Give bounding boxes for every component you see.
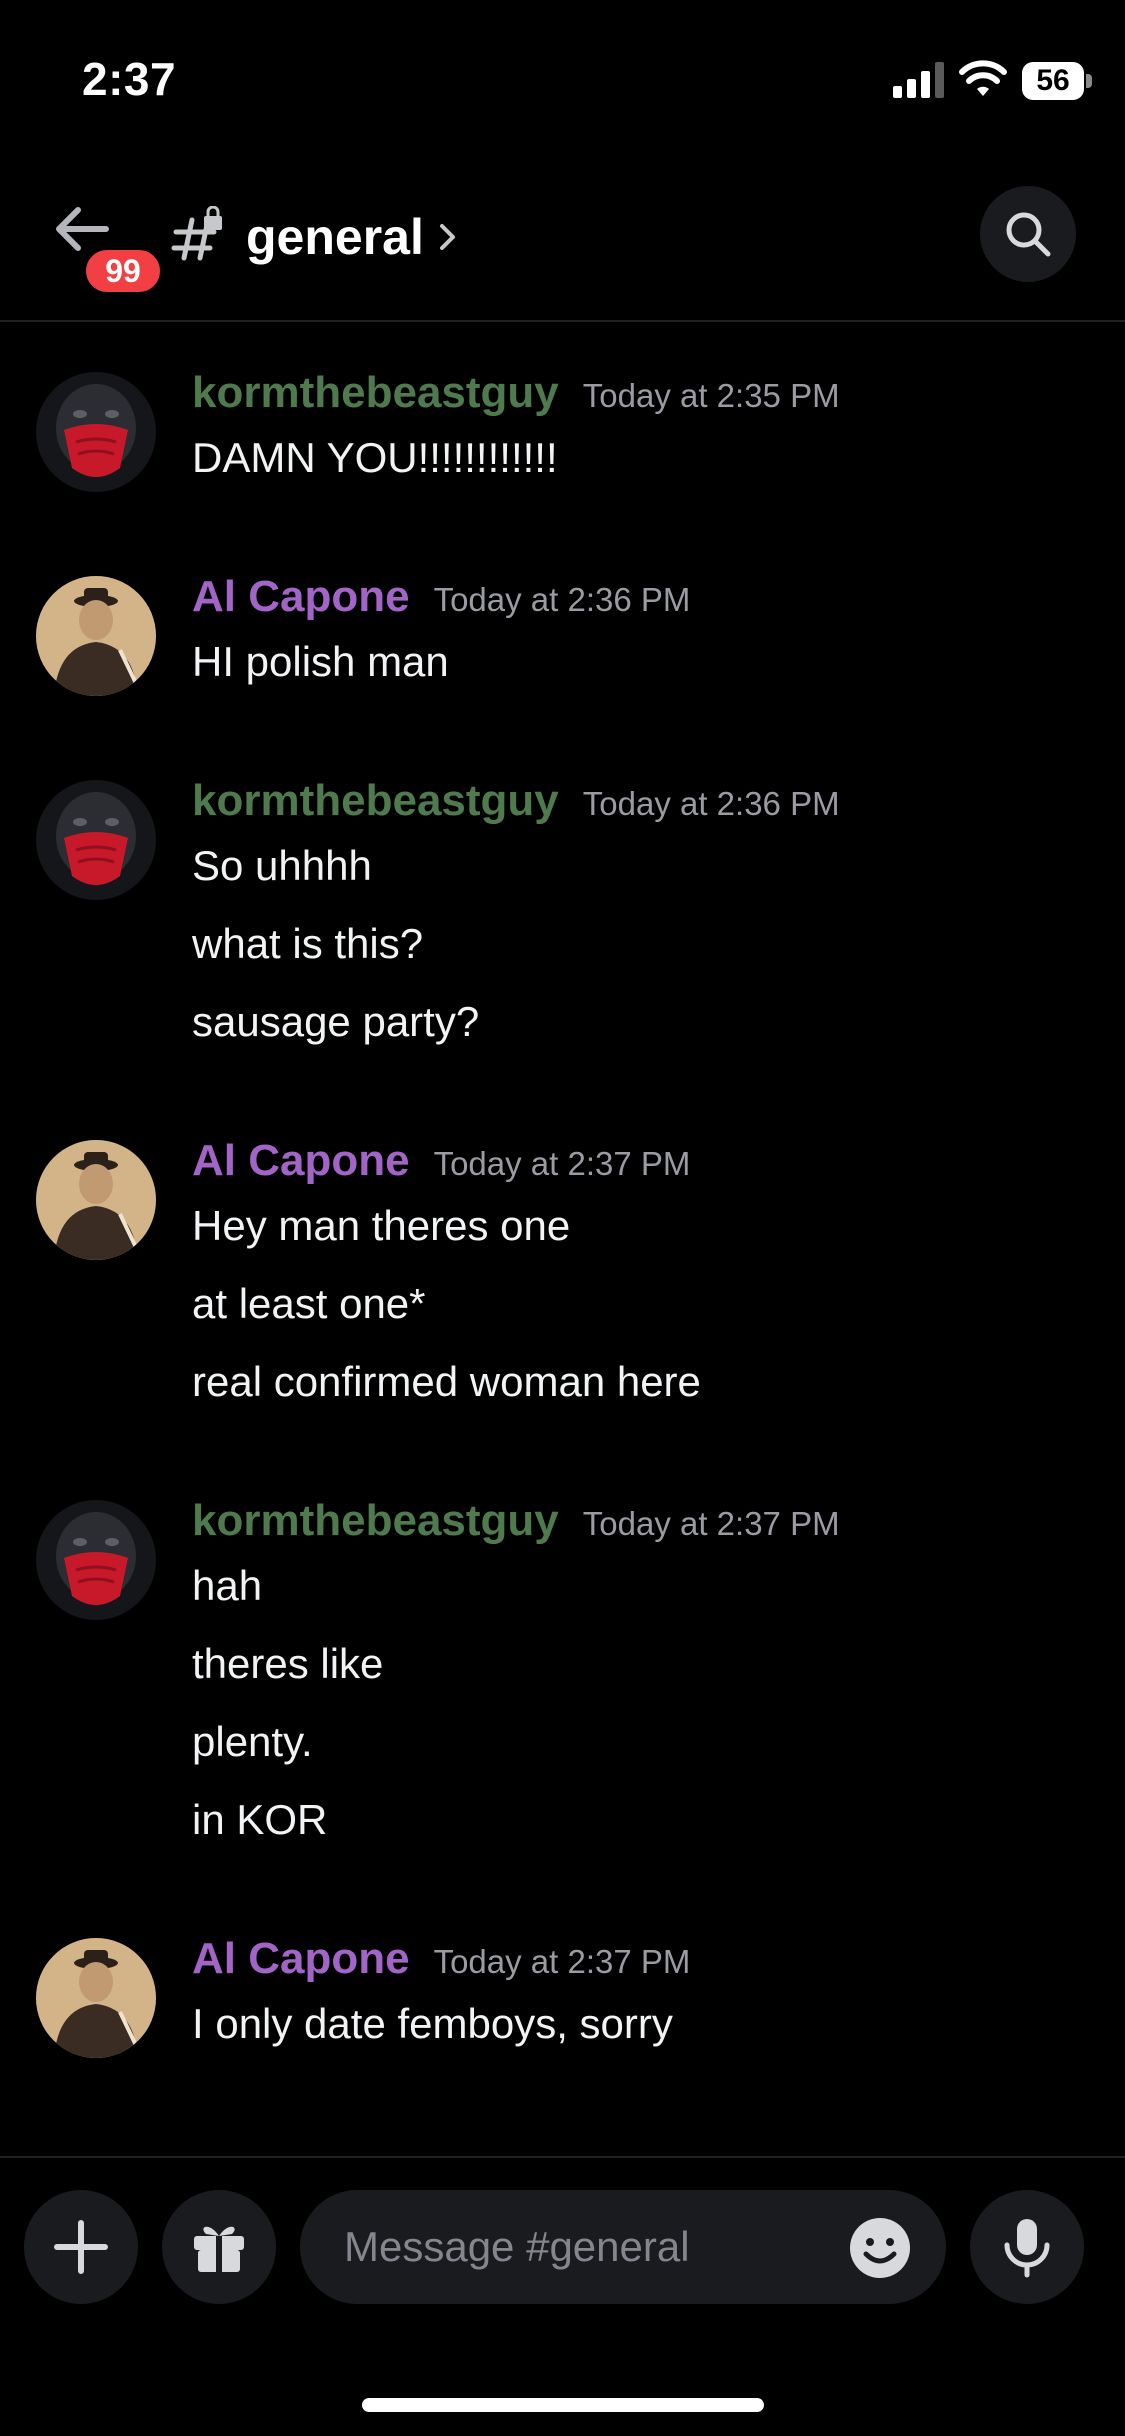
masked-gorilla-avatar-icon [36,1500,156,1620]
avatar[interactable] [36,576,156,696]
masked-gorilla-avatar-icon [36,372,156,492]
message-author[interactable]: Al Capone [192,1136,410,1185]
message-author[interactable]: kormthebeastguy [192,368,559,417]
message-text: plenty. [192,1718,313,1765]
message-timestamp: Today at 2:37 PM [582,1505,840,1542]
message-timestamp: Today at 2:37 PM [433,1145,691,1182]
emoji-button[interactable] [848,2216,912,2280]
plus-icon [54,2220,108,2274]
avatar[interactable] [36,372,156,492]
hash-lock-icon [171,206,222,261]
message-text: sausage party? [192,998,480,1045]
message-timestamp: Today at 2:35 PM [582,377,840,414]
channel-header: 99 general [0,180,1125,322]
message-author[interactable]: Al Capone [192,1934,410,1983]
message-text: theres like [192,1640,384,1687]
cellular-signal-icon [893,62,944,98]
message-author[interactable]: kormthebeastguy [192,1496,559,1545]
message-text: I only date femboys, sorry [192,2000,673,2047]
voice-message-button[interactable] [970,2190,1084,2304]
sepia-portrait-avatar-icon [36,1938,156,2058]
message-text: HI polish man [192,638,449,685]
search-button[interactable] [980,186,1076,282]
message-author[interactable]: kormthebeastguy [192,776,559,825]
gift-icon [194,2226,244,2272]
message-text: Hey man theres one [192,1202,571,1249]
avatar[interactable] [36,780,156,900]
message-composer [0,2156,1125,2304]
sepia-portrait-avatar-icon [36,1140,156,1260]
unread-badge: 99 [82,246,164,296]
search-icon [1006,212,1051,257]
battery-indicator: 56 [1022,62,1084,100]
home-indicator[interactable] [362,2398,764,2412]
message-text: real confirmed woman here [192,1358,701,1405]
message-text: hah [192,1562,263,1609]
sepia-portrait-avatar-icon [36,576,156,696]
message-header: Al Capone Today at 2:37 PM [192,1934,690,1984]
status-time: 2:37 [82,53,177,105]
message-header: Al Capone Today at 2:37 PM [192,1136,690,1186]
avatar[interactable] [36,1140,156,1260]
message-header: kormthebeastguy Today at 2:35 PM [192,368,840,418]
status-bar: 2:37 56 [0,0,1125,160]
chevron-right-icon[interactable] [438,222,458,252]
avatar[interactable] [36,1938,156,2058]
message-author[interactable]: Al Capone [192,572,410,621]
message-timestamp: Today at 2:37 PM [433,1943,691,1980]
message-text: at least one* [192,1280,426,1327]
message-header: kormthebeastguy Today at 2:36 PM [192,776,840,826]
masked-gorilla-avatar-icon [36,780,156,900]
message-text: in KOR [192,1796,328,1843]
microphone-icon [1004,2219,1050,2278]
battery-cap [1086,74,1092,88]
message-timestamp: Today at 2:36 PM [433,581,691,618]
message-text: DAMN YOU!!!!!!!!!!!! [192,434,558,481]
emoji-icon [850,2218,910,2278]
avatar[interactable] [36,1500,156,1620]
message-timestamp: Today at 2:36 PM [582,785,840,822]
message-header: Al Capone Today at 2:36 PM [192,572,690,622]
message-text: So uhhhh [192,842,372,889]
message-text: what is this? [192,920,424,967]
message-header: kormthebeastguy Today at 2:37 PM [192,1496,840,1546]
add-attachment-button[interactable] [24,2190,138,2304]
wifi-icon [959,60,1007,96]
gift-button[interactable] [162,2190,276,2304]
channel-title[interactable]: general [246,208,424,266]
